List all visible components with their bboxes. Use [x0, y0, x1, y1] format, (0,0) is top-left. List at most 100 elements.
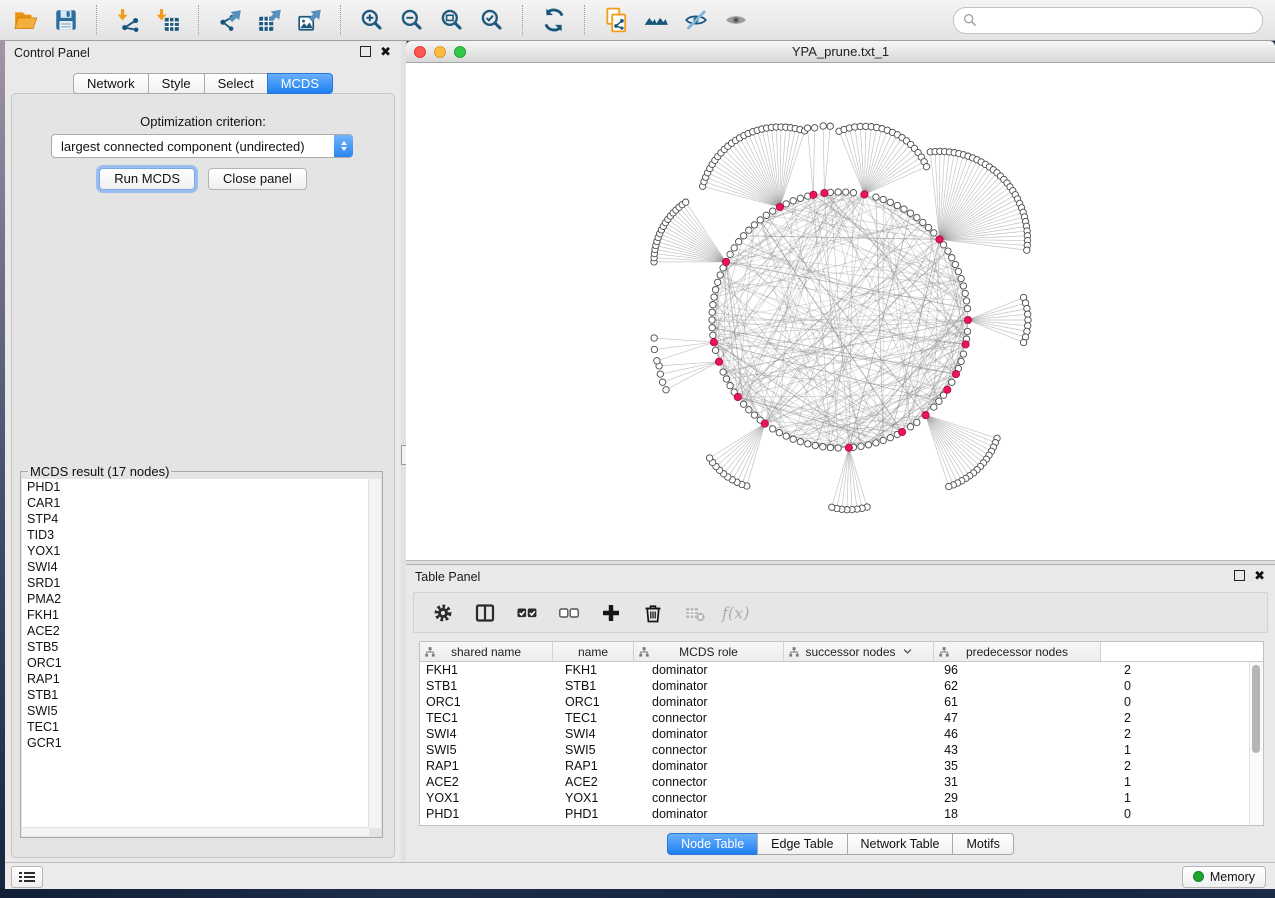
close-panel-icon[interactable]: ✖ [380, 46, 391, 57]
mcds-node[interactable] [722, 258, 729, 265]
network-node[interactable] [850, 190, 856, 196]
mcds-node-item[interactable]: RAP1 [22, 671, 369, 687]
network-node[interactable] [931, 230, 937, 236]
close-window-icon[interactable] [414, 46, 426, 58]
mcds-node[interactable] [936, 236, 943, 243]
network-node[interactable] [952, 261, 958, 267]
add-column-button[interactable] [594, 597, 628, 629]
maximize-window-icon[interactable] [454, 46, 466, 58]
close-panel-button[interactable]: Close panel [208, 168, 307, 190]
refresh-view-button[interactable] [534, 4, 574, 36]
duplicate-network-button[interactable] [596, 4, 636, 36]
network-node[interactable] [925, 224, 931, 230]
network-node[interactable] [709, 317, 715, 323]
network-node[interactable] [907, 424, 913, 430]
column-header-name[interactable]: name [553, 642, 634, 661]
network-node[interactable] [964, 305, 970, 311]
network-node[interactable] [723, 376, 729, 382]
tab-network[interactable]: Network [73, 73, 149, 94]
column-header-MCDS-role[interactable]: MCDS role [634, 642, 784, 661]
network-node[interactable] [776, 430, 782, 436]
window-list-button[interactable] [11, 866, 43, 888]
network-node[interactable] [960, 351, 966, 357]
network-node[interactable] [805, 441, 811, 447]
mcds-node-item[interactable]: PMA2 [22, 591, 369, 607]
network-node[interactable] [797, 439, 803, 445]
network-node[interactable] [804, 125, 810, 131]
export-network-button[interactable] [210, 4, 250, 36]
network-node[interactable] [887, 435, 893, 441]
network-node[interactable] [945, 248, 951, 254]
mcds-node[interactable] [922, 412, 929, 419]
network-node[interactable] [812, 442, 818, 448]
network-node[interactable] [820, 444, 826, 450]
delete-column-button[interactable] [636, 597, 670, 629]
network-node[interactable] [835, 189, 841, 195]
mcds-node-item[interactable]: SRD1 [22, 575, 369, 591]
network-node[interactable] [958, 358, 964, 364]
open-file-button[interactable] [6, 4, 46, 36]
network-node[interactable] [751, 412, 757, 418]
minimize-window-icon[interactable] [434, 46, 446, 58]
mcds-node-item[interactable]: TEC1 [22, 719, 369, 735]
mcds-node-item[interactable]: YOX1 [22, 543, 369, 559]
network-node[interactable] [827, 123, 833, 129]
mcds-node[interactable] [944, 386, 951, 393]
network-node[interactable] [783, 201, 789, 207]
mcds-node-item[interactable]: ACE2 [22, 623, 369, 639]
network-node[interactable] [914, 419, 920, 425]
mcds-list-vscrollbar[interactable] [368, 479, 381, 828]
tab-style[interactable]: Style [148, 73, 205, 94]
table-row[interactable]: SWI5SWI5connector431 [420, 742, 1131, 758]
network-node[interactable] [829, 504, 835, 510]
network-node[interactable] [783, 433, 789, 439]
tab-select[interactable]: Select [204, 73, 268, 94]
select-all-button[interactable] [510, 597, 544, 629]
network-node[interactable] [964, 328, 970, 334]
network-node[interactable] [811, 125, 817, 131]
network-node[interactable] [715, 279, 721, 285]
network-node[interactable] [865, 442, 871, 448]
table-vscrollbar[interactable] [1249, 662, 1263, 825]
network-node[interactable] [709, 325, 715, 331]
network-node[interactable] [873, 194, 879, 200]
mcds-node-item[interactable]: FKH1 [22, 607, 369, 623]
network-node[interactable] [727, 251, 733, 257]
import-network-button[interactable] [108, 4, 148, 36]
network-canvas[interactable] [406, 63, 1275, 560]
network-node[interactable] [920, 219, 926, 225]
network-node[interactable] [657, 371, 663, 377]
column-header-successor-nodes[interactable]: successor nodes [784, 642, 934, 661]
table-row[interactable]: RAP1RAP1dominator352 [420, 758, 1131, 774]
network-node[interactable] [727, 383, 733, 389]
mcds-node[interactable] [845, 444, 852, 451]
search-box[interactable] [953, 7, 1263, 34]
network-node[interactable] [746, 407, 752, 413]
mcds-node-item[interactable]: SWI5 [22, 703, 369, 719]
show-all-button[interactable] [716, 4, 756, 36]
network-node[interactable] [958, 275, 964, 281]
mcds-node[interactable] [962, 341, 969, 348]
mcds-node-item[interactable]: STB1 [22, 687, 369, 703]
network-node[interactable] [740, 401, 746, 407]
float-table-panel-icon[interactable] [1234, 570, 1245, 581]
network-node[interactable] [894, 202, 900, 208]
mcds-node[interactable] [899, 428, 906, 435]
network-node[interactable] [790, 198, 796, 204]
mcds-node[interactable] [821, 189, 828, 196]
table-row[interactable]: ORC1ORC1dominator610 [420, 694, 1131, 710]
zoom-fit-button[interactable] [432, 4, 472, 36]
network-node[interactable] [887, 199, 893, 205]
table-row[interactable]: FKH1FKH1dominator962 [420, 662, 1131, 678]
network-node[interactable] [960, 283, 966, 289]
mcds-node-item[interactable]: GCR1 [22, 735, 369, 751]
table-row[interactable]: PHD1PHD1dominator180 [420, 806, 1131, 822]
network-node[interactable] [790, 436, 796, 442]
mcds-node-item[interactable]: STB5 [22, 639, 369, 655]
network-node[interactable] [873, 440, 879, 446]
tab-node-table[interactable]: Node Table [667, 833, 758, 855]
network-node[interactable] [936, 398, 942, 404]
mcds-node[interactable] [761, 420, 768, 427]
tab-mcds[interactable]: MCDS [267, 73, 333, 94]
hide-selected-button[interactable] [676, 4, 716, 36]
